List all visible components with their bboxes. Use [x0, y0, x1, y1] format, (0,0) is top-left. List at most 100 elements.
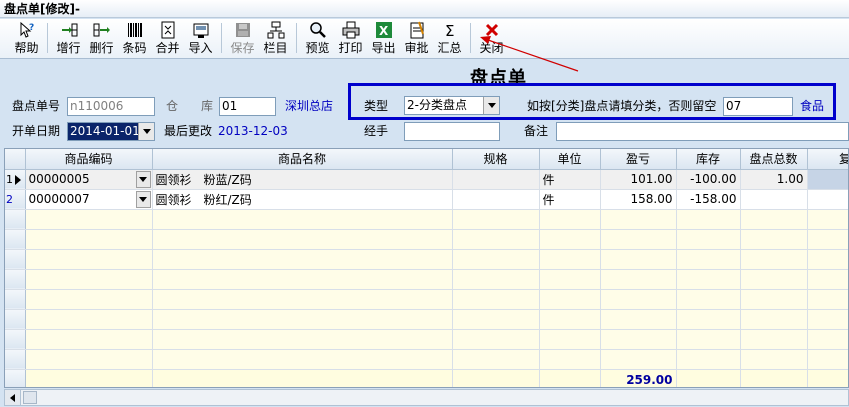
preview-button[interactable]: 预览	[301, 19, 334, 57]
warehouse-input[interactable]: 01	[219, 97, 276, 116]
code-dropdown-button[interactable]	[135, 190, 151, 208]
cell-spec[interactable]	[452, 189, 540, 210]
empty-cell[interactable]	[676, 209, 741, 230]
empty-cell[interactable]	[807, 349, 848, 370]
empty-cell[interactable]	[740, 329, 808, 350]
table-row[interactable]: 2 00000007 圆领衫 粉红/Z码 件 158.00 -158.00	[5, 189, 848, 210]
import-button[interactable]: 导入	[184, 19, 217, 57]
empty-cell[interactable]	[740, 349, 808, 370]
row-indicator[interactable]: 2	[5, 189, 26, 210]
cell-unit[interactable]: 件	[539, 189, 601, 210]
warehouse-name-link[interactable]: 深圳总店	[285, 97, 333, 115]
empty-cell[interactable]	[152, 349, 453, 370]
table-row[interactable]: 1 00000005 圆领衫 粉蓝/Z码 件 101.00 -100.00 1.…	[5, 169, 848, 190]
print-button[interactable]: 打印	[334, 19, 367, 57]
cell-stock[interactable]: -158.00	[676, 189, 741, 210]
empty-cell[interactable]	[676, 309, 741, 330]
empty-cell[interactable]	[676, 269, 741, 290]
empty-cell[interactable]	[807, 289, 848, 310]
cell-recount[interactable]	[807, 169, 848, 190]
empty-cell[interactable]	[452, 209, 540, 230]
empty-row[interactable]	[5, 209, 848, 230]
cell-spec[interactable]	[452, 169, 540, 190]
empty-cell[interactable]	[807, 249, 848, 270]
empty-row[interactable]	[5, 269, 848, 290]
scroll-left-button[interactable]	[5, 390, 21, 405]
barcode-button[interactable]: 条码	[118, 19, 151, 57]
empty-cell[interactable]	[600, 349, 677, 370]
cell-code[interactable]: 00000005	[25, 169, 153, 190]
empty-cell[interactable]	[676, 229, 741, 250]
add-row-button[interactable]: 增行	[52, 19, 85, 57]
empty-cell[interactable]	[152, 269, 453, 290]
empty-cell[interactable]	[807, 209, 848, 230]
empty-cell[interactable]	[539, 349, 601, 370]
row-indicator[interactable]	[5, 269, 26, 290]
empty-cell[interactable]	[807, 269, 848, 290]
empty-cell[interactable]	[539, 289, 601, 310]
col-header-count[interactable]: 盘点总数	[740, 149, 808, 170]
col-header-recount[interactable]: 复盘	[807, 149, 848, 170]
cell-name[interactable]: 圆领衫 粉红/Z码	[152, 189, 453, 210]
empty-cell[interactable]	[152, 309, 453, 330]
empty-cell[interactable]	[740, 249, 808, 270]
empty-row[interactable]	[5, 309, 848, 330]
empty-cell[interactable]	[539, 209, 601, 230]
empty-cell[interactable]	[452, 309, 540, 330]
handler-input[interactable]	[404, 122, 500, 141]
empty-cell[interactable]	[807, 329, 848, 350]
row-indicator[interactable]	[5, 289, 26, 310]
scroll-thumb[interactable]	[23, 391, 37, 404]
remark-input[interactable]	[556, 122, 849, 141]
row-indicator[interactable]	[5, 249, 26, 270]
col-header-unit[interactable]: 单位	[539, 149, 601, 170]
empty-cell[interactable]	[25, 309, 153, 330]
empty-cell[interactable]	[539, 229, 601, 250]
empty-cell[interactable]	[539, 309, 601, 330]
cell-unit[interactable]: 件	[539, 169, 601, 190]
empty-cell[interactable]	[25, 249, 153, 270]
empty-cell[interactable]	[25, 209, 153, 230]
empty-row[interactable]	[5, 349, 848, 370]
row-indicator[interactable]	[5, 309, 26, 330]
open-date-picker[interactable]: 2014-01-01	[67, 122, 155, 141]
delete-row-button[interactable]: 删行	[85, 19, 118, 57]
row-indicator[interactable]	[5, 329, 26, 350]
empty-row[interactable]	[5, 249, 848, 270]
row-indicator[interactable]: 1	[5, 169, 26, 190]
empty-cell[interactable]	[152, 249, 453, 270]
empty-cell[interactable]	[740, 269, 808, 290]
empty-cell[interactable]	[740, 209, 808, 230]
approve-button[interactable]: 审批	[400, 19, 433, 57]
empty-cell[interactable]	[676, 289, 741, 310]
empty-cell[interactable]	[452, 289, 540, 310]
empty-cell[interactable]	[152, 289, 453, 310]
code-dropdown-button[interactable]	[135, 170, 151, 188]
summary-button[interactable]: Σ 汇总	[433, 19, 466, 57]
empty-cell[interactable]	[452, 229, 540, 250]
open-date-dropdown-button[interactable]	[138, 123, 154, 140]
empty-cell[interactable]	[452, 329, 540, 350]
empty-row[interactable]	[5, 329, 848, 350]
empty-cell[interactable]	[25, 289, 153, 310]
col-header-spec[interactable]: 规格	[452, 149, 540, 170]
empty-cell[interactable]	[539, 249, 601, 270]
empty-cell[interactable]	[25, 269, 153, 290]
empty-cell[interactable]	[600, 229, 677, 250]
close-button[interactable]: 关闭	[475, 19, 508, 57]
empty-cell[interactable]	[740, 309, 808, 330]
empty-cell[interactable]	[600, 209, 677, 230]
empty-cell[interactable]	[452, 249, 540, 270]
empty-cell[interactable]	[152, 209, 453, 230]
empty-cell[interactable]	[152, 329, 453, 350]
empty-row[interactable]	[5, 229, 848, 250]
help-button[interactable]: ? 帮助	[10, 19, 43, 57]
empty-cell[interactable]	[25, 329, 153, 350]
save-button[interactable]: 保存	[226, 19, 259, 57]
row-indicator[interactable]	[5, 209, 26, 230]
col-header-code[interactable]: 商品编码	[25, 149, 153, 170]
row-indicator[interactable]	[5, 229, 26, 250]
empty-cell[interactable]	[25, 349, 153, 370]
empty-row[interactable]	[5, 289, 848, 310]
empty-cell[interactable]	[600, 289, 677, 310]
